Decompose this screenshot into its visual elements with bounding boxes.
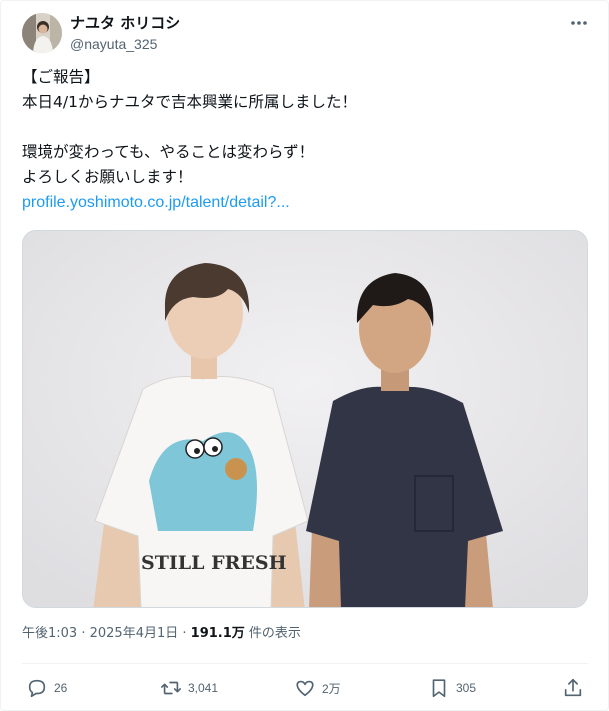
like-button[interactable]: 2万: [294, 675, 341, 701]
more-options-button[interactable]: [567, 13, 591, 33]
heart-icon: [296, 680, 314, 697]
divider: [22, 663, 588, 664]
views-label: 件の表示: [244, 626, 301, 641]
reply-icon: [28, 679, 46, 698]
author-handle[interactable]: @nayuta_325: [70, 35, 157, 53]
avatar-photo-icon: [22, 13, 62, 53]
tweet-line: 環境が変わっても、やることは変わらず！: [22, 143, 315, 161]
tweet-text: 【ご報告】 本日4/1からナユタで吉本興業に所属しました！ 環境が変わっても、や…: [22, 65, 582, 215]
share-icon: [564, 678, 582, 697]
author-display-name[interactable]: ナユタ ホリコシ: [70, 13, 180, 33]
svg-text:STILL FRESH: STILL FRESH: [141, 552, 287, 574]
retweet-icon: [161, 681, 181, 695]
tweet-line: 本日4/1からナユタで吉本興業に所属しました！: [22, 93, 357, 111]
tweet-photo[interactable]: STILL FRESH: [22, 230, 588, 608]
bookmark-button[interactable]: 305: [428, 675, 476, 701]
retweet-button[interactable]: 3,041: [160, 675, 218, 701]
share-button[interactable]: [562, 675, 584, 701]
reply-button[interactable]: 26: [26, 675, 67, 701]
more-dots-icon: [571, 21, 587, 25]
tweet-time[interactable]: 午後1:03: [22, 626, 77, 641]
avatar[interactable]: [22, 13, 62, 53]
reply-count: 26: [54, 681, 68, 695]
tweet-line: 【ご報告】: [22, 68, 100, 86]
photo-two-people: STILL FRESH: [23, 231, 587, 607]
action-bar: 26 3,041 2万 305: [22, 675, 588, 701]
views-count: 191.1万: [190, 626, 245, 641]
tweet-card: ナユタ ホリコシ @nayuta_325 【ご報告】 本日4/1からナユタで吉本…: [0, 0, 609, 711]
meta-separator: ·: [178, 626, 191, 641]
meta-separator: ·: [77, 626, 90, 641]
bookmark-icon: [432, 679, 446, 698]
retweet-count: 3,041: [188, 681, 219, 695]
tweet-line: よろしくお願いします！: [22, 168, 193, 186]
like-count: 2万: [322, 681, 341, 696]
tweet-meta: 午後1:03 · 2025年4月1日 · 191.1万 件の表示: [22, 625, 301, 643]
tweet-link[interactable]: profile.yoshimoto.co.jp/talent/detail?..…: [22, 194, 290, 211]
bookmark-count: 305: [456, 681, 477, 695]
tweet-date[interactable]: 2025年4月1日: [90, 626, 179, 641]
